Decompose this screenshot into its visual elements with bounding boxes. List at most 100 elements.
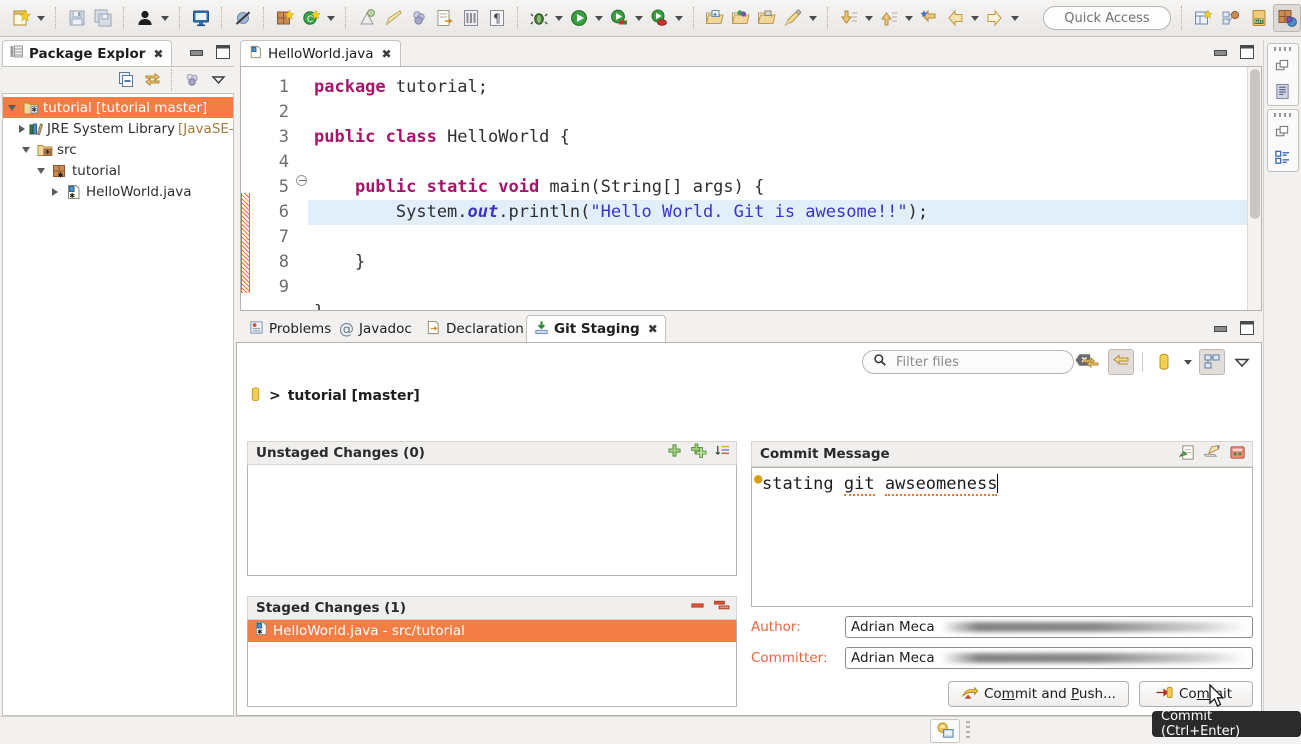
chevron-down-icon[interactable] [5, 105, 19, 111]
new-button[interactable] [8, 5, 34, 31]
tree-item-project[interactable]: ✱ tutorial [tutorial master] [3, 97, 233, 118]
restore-icon[interactable] [1272, 56, 1294, 76]
new-java-class-button[interactable]: C [298, 5, 324, 31]
staged-changes-list[interactable]: ✱ HelloWorld.java - src/tutorial [247, 619, 737, 707]
close-icon[interactable]: ✖ [648, 322, 658, 336]
code-area[interactable]: package tutorial; public class HelloWorl… [308, 67, 1261, 310]
task-list-icon[interactable] [1272, 147, 1294, 167]
chevron-down-icon[interactable] [34, 168, 48, 174]
tab-javadoc[interactable]: @ Javadoc [332, 316, 419, 342]
perspective-java[interactable] [1273, 4, 1301, 32]
focus-task-button[interactable] [180, 69, 204, 91]
unstaged-changes-list[interactable] [247, 464, 737, 576]
external-tools-button[interactable] [646, 5, 672, 31]
external-tools-dropdown-arrow[interactable] [672, 5, 686, 31]
repository-dropdown-arrow[interactable] [1181, 349, 1195, 375]
chevron-right-icon[interactable] [48, 188, 62, 196]
tab-git-staging[interactable]: Git Staging ✖ [526, 315, 666, 342]
sort-icon[interactable] [715, 443, 730, 462]
maximize-button[interactable] [214, 43, 230, 59]
editor-vertical-scrollbar[interactable] [1247, 67, 1261, 310]
link-selection-button[interactable] [1108, 349, 1134, 375]
open-resource-button[interactable] [702, 5, 728, 31]
run-button[interactable] [566, 5, 592, 31]
tab-package-explorer[interactable]: Package Explor ✖ [2, 40, 173, 66]
minimized-stack-outline[interactable] [1266, 43, 1299, 106]
edit-button[interactable] [380, 5, 406, 31]
open-perspective-button[interactable] [728, 5, 754, 31]
scrollbar-thumb[interactable] [1250, 69, 1260, 219]
export-doc-button[interactable] [432, 5, 458, 31]
maximize-button[interactable] [1238, 319, 1254, 335]
skip-all-breakpoints-button[interactable] [230, 5, 256, 31]
chevron-down-icon[interactable] [19, 147, 33, 153]
search-input[interactable] [894, 353, 1068, 371]
link-editor-button[interactable] [140, 69, 164, 91]
tree-item-jre-library[interactable]: JRE System Library [JavaSE- [3, 118, 233, 139]
remove-all-icon[interactable] [713, 598, 730, 617]
collapse-all-button[interactable] [114, 69, 138, 91]
outline-view-icon[interactable] [1272, 81, 1294, 101]
close-icon[interactable]: ✖ [381, 47, 391, 61]
back-dropdown-arrow[interactable] [968, 5, 982, 31]
open-console-button[interactable] [188, 5, 214, 31]
add-icon[interactable] [667, 443, 682, 462]
forward-button[interactable] [982, 5, 1008, 31]
new-annotation-button[interactable] [354, 5, 380, 31]
remove-icon[interactable] [690, 598, 705, 617]
tab-problems[interactable]: Problems [242, 316, 338, 342]
open-task-button[interactable] [754, 5, 780, 31]
committer-field[interactable]: Adrian Meca [845, 647, 1253, 669]
tab-declaration[interactable]: Declaration [419, 316, 531, 342]
amend-icon[interactable] [1229, 444, 1246, 465]
author-field[interactable]: Adrian Meca [845, 616, 1253, 638]
tree-item-helloworld-java[interactable]: ✱ HelloWorld.java [3, 181, 233, 202]
signed-off-icon[interactable] [1178, 444, 1196, 465]
tree-item-src[interactable]: ✱ src [3, 139, 233, 160]
commit-message-input[interactable]: ● stating git awseomeness [751, 467, 1253, 607]
close-icon[interactable]: ✖ [153, 47, 163, 61]
save-button[interactable] [64, 5, 90, 31]
change-id-icon[interactable] [1202, 444, 1221, 465]
maximize-button[interactable] [1238, 43, 1254, 59]
folding-ruler[interactable] [294, 67, 308, 310]
staged-file-row[interactable]: ✱ HelloWorld.java - src/tutorial [248, 619, 736, 642]
open-perspective-button[interactable] [1189, 4, 1217, 32]
presentation-button[interactable] [1199, 349, 1225, 375]
refresh-button[interactable] [1078, 349, 1104, 375]
view-menu-button[interactable] [1229, 349, 1255, 375]
forward-dropdown-arrow[interactable] [1008, 5, 1022, 31]
commit-button[interactable]: Commit [1138, 681, 1253, 707]
filter-files-box[interactable] [862, 350, 1091, 374]
new-java-package-button[interactable] [272, 5, 298, 31]
new-dropdown-arrow[interactable] [34, 5, 48, 31]
annotate-dropdown-arrow[interactable] [806, 5, 820, 31]
tree-item-package-tutorial[interactable]: ✱ tutorial [3, 160, 233, 181]
view-menu-button[interactable] [206, 69, 230, 91]
restore-grip[interactable] [1273, 113, 1292, 117]
new-java-class-dropdown-arrow[interactable] [324, 5, 338, 31]
restore-grip[interactable] [1273, 47, 1292, 51]
debug-dropdown-arrow[interactable] [552, 5, 566, 31]
toggle-whitespace-button[interactable]: ¶ [484, 5, 510, 31]
coverage-button[interactable] [606, 5, 632, 31]
status-resize-grip[interactable] [966, 720, 970, 741]
quick-access-field[interactable]: Quick Access [1043, 6, 1171, 30]
perspective-java-browsing[interactable] [1217, 4, 1245, 32]
build-status-icon[interactable] [930, 718, 960, 743]
new-interface-button[interactable] [406, 5, 432, 31]
commit-and-push-button[interactable]: Commit and Push... [947, 681, 1129, 707]
user-button[interactable] [132, 5, 158, 31]
fold-collapse-icon[interactable] [296, 175, 307, 186]
minimize-button[interactable] [1212, 319, 1228, 335]
last-edit-location-button[interactable] [916, 5, 942, 31]
back-button[interactable] [942, 5, 968, 31]
debug-button[interactable] [526, 5, 552, 31]
perspective-git[interactable]: GIT [1245, 4, 1273, 32]
save-all-button[interactable] [90, 5, 116, 31]
minimize-button[interactable] [188, 43, 204, 59]
package-explorer-tree[interactable]: ✱ tutorial [tutorial master] JRE System … [2, 93, 234, 716]
user-dropdown-arrow[interactable] [158, 5, 172, 31]
annotate-button[interactable] [780, 5, 806, 31]
restore-icon[interactable] [1272, 122, 1294, 142]
